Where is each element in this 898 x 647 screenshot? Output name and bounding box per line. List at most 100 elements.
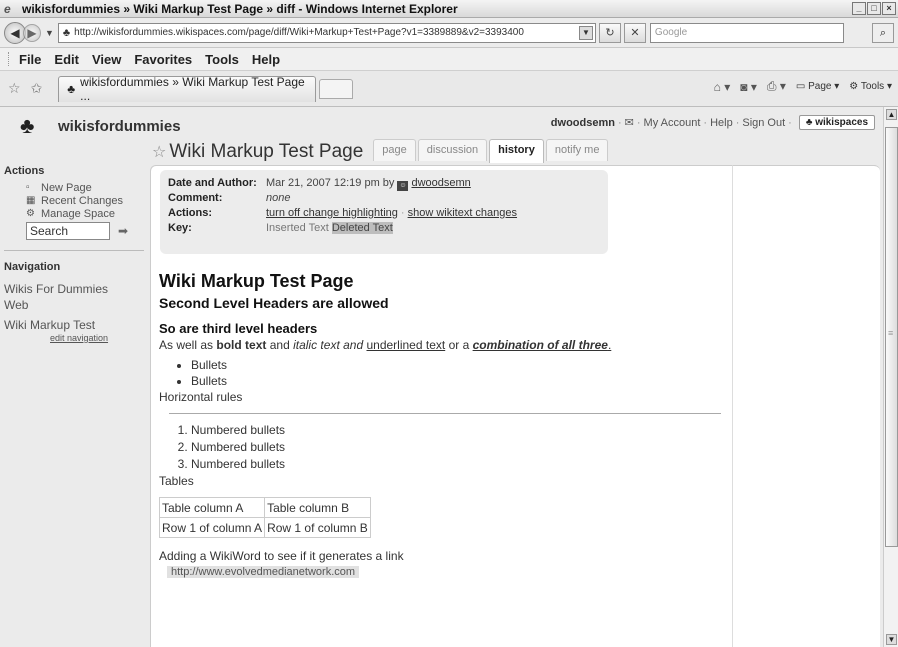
address-dropdown-icon[interactable]: ▼: [578, 25, 593, 40]
menu-edit[interactable]: Edit: [54, 52, 79, 67]
search-input[interactable]: Google: [649, 22, 844, 43]
combination-text: combination of all three: [472, 338, 608, 352]
list-item: Bullets: [191, 357, 719, 373]
wikispaces-favicon-icon: ♣: [67, 82, 76, 96]
page-title-row: ☆ Wiki Markup Test Page page discussion h…: [152, 139, 610, 163]
formatting-paragraph: As well as bold text and italic text and…: [159, 337, 719, 353]
browser-tab-label: wikisfordummies » Wiki Markup Test Page …: [80, 75, 305, 103]
site-name[interactable]: wikisfordummies: [58, 118, 181, 135]
address-url[interactable]: http://wikisfordummies.wikispaces.com/pa…: [74, 27, 524, 38]
wiki-content: Wiki Markup Test Page Second Level Heade…: [158, 270, 721, 578]
page-menu-label: Page: [808, 81, 832, 92]
search-placeholder: Google: [654, 27, 688, 38]
inserted-link[interactable]: http://www.evolvedmedianetwork.com: [167, 566, 360, 578]
home-icon[interactable]: ⌂ ▾: [714, 80, 731, 94]
favorites-star-icon[interactable]: ☆: [8, 80, 21, 97]
key-value: Inserted Text Deleted Text: [266, 221, 393, 236]
sidebar-item-recent-changes[interactable]: ▦ Recent Changes: [26, 194, 148, 207]
sidebar-item-wiki-markup-test[interactable]: Wiki Markup Test: [4, 317, 148, 333]
tools-menu-button[interactable]: ⚙ Tools ▾: [849, 81, 892, 92]
actions-list: ▫ New Page ▦ Recent Changes ⚙ Manage Spa…: [26, 181, 148, 220]
page-menu-button[interactable]: ▭ Page ▾: [796, 81, 839, 92]
menu-favorites[interactable]: Favorites: [134, 52, 192, 67]
sidebar-item-new-page[interactable]: ▫ New Page: [26, 181, 148, 194]
author-link[interactable]: dwoodsemn: [411, 177, 470, 189]
window-controls: _ □ ×: [852, 2, 896, 15]
print-icon[interactable]: ⎙ ▾: [767, 79, 786, 94]
sign-out-link[interactable]: Sign Out: [742, 117, 785, 129]
wiki-table: Table column A Table column B Row 1 of c…: [158, 497, 371, 538]
search-go-arrow-icon[interactable]: ➡: [118, 224, 128, 238]
new-page-icon: ▫: [26, 182, 30, 193]
watch-star-icon[interactable]: ☆: [152, 144, 166, 161]
info-row-key: Key: Inserted Text Deleted Text: [168, 221, 608, 236]
page-viewport: ♣ wikisfordummies dwoodsemn · ✉ · My Acc…: [0, 107, 883, 647]
actions-heading: Actions: [4, 165, 45, 177]
maximize-button[interactable]: □: [867, 2, 881, 15]
tab-notify-me[interactable]: notify me: [545, 139, 609, 161]
separator: ·: [703, 116, 708, 129]
wiki-heading-1: Wiki Markup Test Page: [159, 271, 354, 291]
vertical-scrollbar[interactable]: ▲ ▼: [883, 107, 898, 647]
forward-button[interactable]: ▶: [23, 23, 41, 42]
date-value: Mar 21, 2007 12:19 pm by: [266, 177, 395, 189]
sidebar-search: Search ➡: [26, 222, 148, 240]
list-item: Numbered bullets: [191, 422, 719, 439]
new-tab-button[interactable]: [319, 78, 354, 99]
scroll-thumb[interactable]: [885, 127, 898, 547]
close-button[interactable]: ×: [882, 2, 896, 15]
user-avatar-icon: ☺: [397, 181, 409, 191]
menu-view[interactable]: View: [92, 52, 121, 67]
navigation-heading: Navigation: [4, 261, 61, 273]
separator: ·: [788, 116, 792, 129]
underlined-text: underlined text: [366, 338, 446, 352]
tables-label: Tables: [159, 474, 194, 488]
tab-page[interactable]: page: [373, 139, 416, 161]
list-item: Numbered bullets: [191, 456, 719, 473]
add-favorite-icon[interactable]: ✩: [31, 80, 43, 97]
para-end: .: [607, 338, 612, 352]
refresh-button[interactable]: ↻: [598, 22, 621, 43]
menu-file[interactable]: File: [19, 52, 41, 67]
scroll-down-icon[interactable]: ▼: [886, 634, 897, 645]
username-link[interactable]: dwoodsemn: [551, 117, 615, 129]
toolbar-grip: [8, 52, 11, 66]
wikispaces-logo-icon: ♣: [20, 113, 35, 138]
wikispaces-favicon-icon: ♣: [62, 26, 71, 39]
history-dropdown-icon[interactable]: ▼: [45, 28, 54, 38]
tab-history[interactable]: history: [489, 139, 544, 163]
stop-button[interactable]: ✕: [623, 22, 646, 43]
help-link[interactable]: Help: [710, 117, 733, 129]
sidebar-item-web[interactable]: Web: [4, 297, 148, 313]
show-wikitext-changes-link[interactable]: show wikitext changes: [408, 207, 517, 219]
navigation-list: Wikis For Dummies Web Wiki Markup Test e…: [0, 281, 148, 343]
my-account-link[interactable]: My Account: [644, 117, 701, 129]
bullet-list: Bullets Bullets: [191, 357, 719, 389]
sidebar-item-wikis-for-dummies[interactable]: Wikis For Dummies: [4, 281, 148, 297]
actions-value: turn off change highlighting · show wikite…: [266, 206, 517, 221]
sidebar-search-input[interactable]: Search: [26, 222, 110, 240]
search-button[interactable]: ⌕: [872, 23, 894, 43]
edit-navigation-link[interactable]: edit navigation: [50, 333, 148, 343]
command-bar: ⌂ ▾ ◙ ▾ ⎙ ▾ ▭ Page ▾ ⚙ Tools ▾: [714, 79, 892, 94]
address-bar[interactable]: ♣ http://wikisfordummies.wikispaces.com/…: [57, 22, 596, 43]
numbered-list: Numbered bullets Numbered bullets Number…: [191, 422, 719, 473]
tab-discussion[interactable]: discussion: [417, 139, 488, 161]
wikispaces-button[interactable]: ♣ wikispaces: [798, 115, 875, 130]
minimize-button[interactable]: _: [852, 2, 866, 15]
page-tabs: page discussion history notify me: [373, 139, 610, 163]
scroll-up-icon[interactable]: ▲: [886, 109, 897, 120]
address-row: ◀ ▶ ▼ ♣ http://wikisfordummies.wikispace…: [0, 18, 898, 48]
table-cell: Row 1 of column A: [158, 517, 266, 538]
browser-tab[interactable]: ♣ wikisfordummies » Wiki Markup Test Pag…: [58, 75, 317, 103]
mail-icon[interactable]: ✉: [625, 116, 634, 129]
window-title: wikisfordummies » Wiki Markup Test Page …: [22, 1, 458, 16]
menu-help[interactable]: Help: [252, 52, 280, 67]
menu-tools[interactable]: Tools: [205, 52, 239, 67]
sidebar-item-manage-space[interactable]: ⚙ Manage Space: [26, 207, 148, 220]
horizontal-rule: [169, 413, 721, 414]
info-row-date: Date and Author: Mar 21, 2007 12:19 pm b…: [168, 176, 608, 191]
horizontal-rules-label: Horizontal rules: [159, 390, 243, 404]
turn-off-highlighting-link[interactable]: turn off change highlighting: [266, 207, 398, 219]
feeds-icon[interactable]: ◙ ▾: [740, 80, 757, 94]
